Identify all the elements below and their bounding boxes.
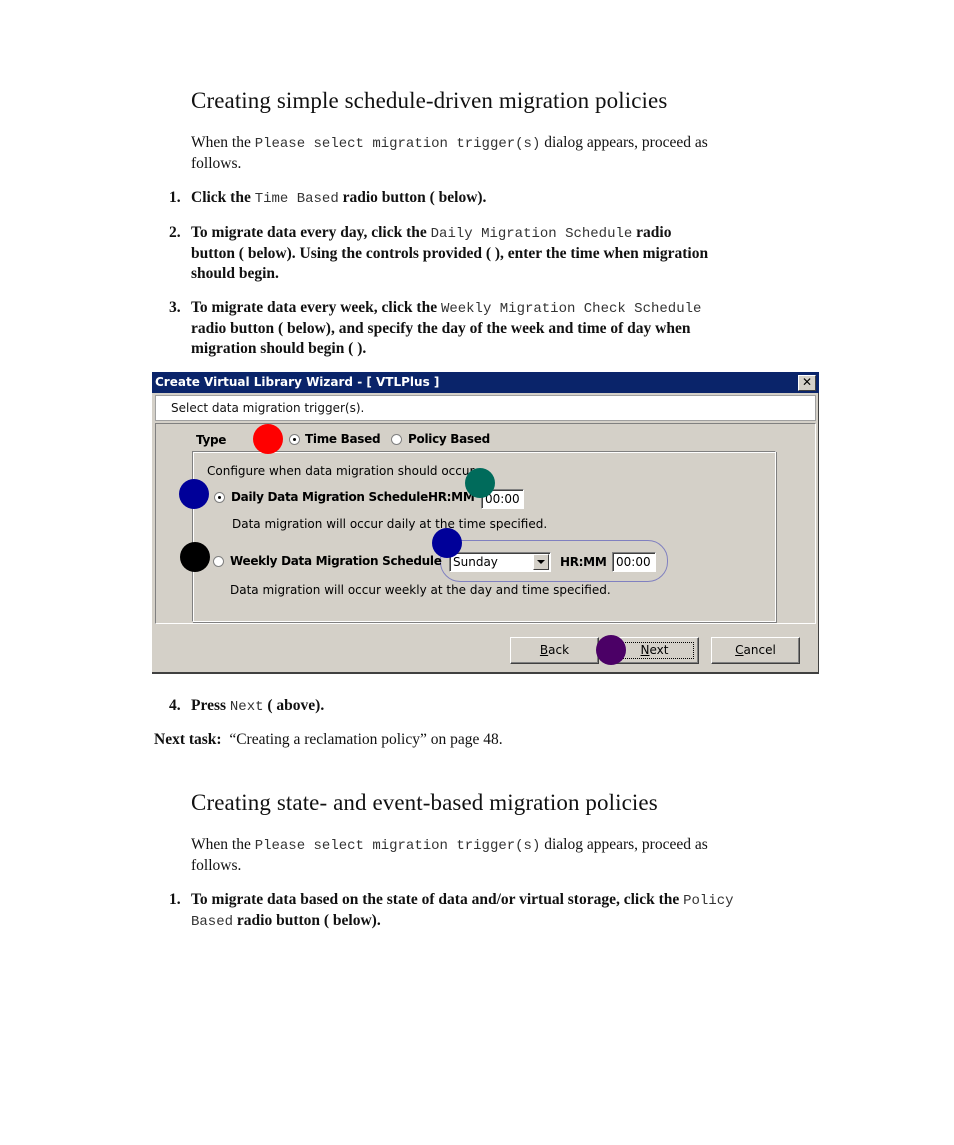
weekly-time-input[interactable]: 00:00: [612, 552, 656, 572]
type-label: Type: [196, 433, 227, 447]
step-code: Daily Migration Schedule: [430, 226, 633, 242]
section-heading-state-event-based: Creating state- and event-based migratio…: [191, 790, 658, 815]
step-text: To migrate data every day, click the: [191, 224, 431, 241]
step-text-line3: migration should begin ( ).: [191, 340, 367, 357]
step-code: Time Based: [254, 191, 339, 207]
intro-text-line2: follows.: [191, 155, 242, 172]
intro-text-line2: follows.: [191, 857, 242, 874]
daily-description: Data migration will occur daily at the t…: [232, 517, 548, 531]
step-number: 3.: [169, 299, 181, 316]
step-text-line2: radio button ( below), and specify the d…: [191, 320, 691, 337]
dialog-header: Select data migration trigger(s).: [155, 395, 816, 421]
step-1: 1. Click the Time Based radio button ( b…: [169, 188, 841, 209]
cancel-label: ancel: [743, 643, 776, 657]
weekly-hrmm-label: HR:MM: [560, 555, 607, 569]
close-icon[interactable]: ✕: [798, 375, 816, 391]
time-based-radio[interactable]: [289, 434, 300, 445]
weekly-day-value: Sunday: [453, 555, 498, 569]
step-text-post: radio: [632, 224, 672, 241]
step-number: 1.: [169, 891, 181, 908]
step-text-post: radio button ( below).: [233, 912, 381, 929]
cancel-button[interactable]: Cancel: [711, 637, 800, 664]
step-text-post: radio button ( below).: [338, 189, 487, 206]
step-text-line3: should begin.: [191, 265, 279, 282]
policy-based-radio[interactable]: [391, 434, 402, 445]
step-3: 3. To migrate data every week, click the…: [169, 298, 841, 359]
callout-weekly-controls: [432, 528, 462, 558]
step-code: Policy: [683, 893, 734, 909]
back-label: ack: [548, 643, 570, 657]
step-4: 4. Press Next ( above).: [169, 696, 841, 717]
callout-next: [596, 635, 626, 665]
next-task-link[interactable]: “Creating a reclamation policy” on page …: [229, 731, 502, 748]
intro-paragraph-2: When the Please select migration trigger…: [191, 835, 831, 876]
daily-schedule-label[interactable]: Daily Data Migration Schedule: [231, 490, 428, 504]
back-mnemonic: B: [539, 643, 549, 657]
step-text: To migrate data based on the state of da…: [191, 891, 684, 908]
intro-text-post: dialog appears, proceed as: [540, 134, 708, 151]
focus-rect: [615, 642, 694, 659]
policy-based-label[interactable]: Policy Based: [408, 432, 490, 446]
weekly-day-select[interactable]: Sunday: [449, 552, 551, 572]
intro-text: When the: [191, 836, 255, 853]
step-number: 1.: [169, 189, 181, 206]
section-heading-schedule-driven: Creating simple schedule-driven migratio…: [191, 88, 668, 113]
section2-step-1: 1. To migrate data based on the state of…: [169, 890, 841, 932]
intro-paragraph: When the Please select migration trigger…: [191, 133, 831, 174]
intro-code: Please select migration trigger(s): [254, 838, 541, 854]
callout-daily: [179, 479, 209, 509]
intro-text-post: dialog appears, proceed as: [540, 836, 708, 853]
step-code: Weekly Migration Check Schedule: [440, 301, 702, 317]
callout-daily-time: [465, 468, 495, 498]
intro-text: When the: [191, 134, 255, 151]
next-task-label: Next task:: [154, 731, 222, 748]
dialog-titlebar: Create Virtual Library Wizard - [ VTLPlu…: [152, 372, 819, 393]
back-button[interactable]: Back: [510, 637, 599, 664]
step-code: Next: [229, 699, 264, 715]
callout-weekly: [180, 542, 210, 572]
group-caption: Configure when data migration should occ…: [207, 464, 475, 478]
intro-code: Please select migration trigger(s): [254, 136, 541, 152]
step-number: 4.: [169, 697, 181, 714]
step-text-post: ( above).: [263, 697, 325, 714]
dialog-title: Create Virtual Library Wizard - [ VTLPlu…: [155, 375, 440, 389]
step-number: 2.: [169, 224, 181, 241]
step-text: Click the: [191, 189, 255, 206]
create-virtual-library-wizard-dialog: Create Virtual Library Wizard - [ VTLPlu…: [152, 372, 819, 674]
time-based-label[interactable]: Time Based: [305, 432, 381, 446]
weekly-description: Data migration will occur weekly at the …: [230, 583, 611, 597]
step-text-line2: button ( below). Using the controls prov…: [191, 245, 709, 262]
weekly-schedule-label[interactable]: Weekly Data Migration Schedule: [230, 554, 442, 568]
next-task: Next task: “Creating a reclamation polic…: [154, 730, 503, 750]
weekly-schedule-radio[interactable]: [213, 556, 224, 567]
step-2: 2. To migrate data every day, click the …: [169, 223, 841, 284]
chevron-down-icon[interactable]: [533, 554, 549, 570]
step-code-line2: Based: [191, 914, 234, 930]
callout-time-based: [253, 424, 283, 454]
cancel-mnemonic: C: [735, 643, 744, 657]
daily-schedule-radio[interactable]: [214, 492, 225, 503]
step-text: To migrate data every week, click the: [191, 299, 441, 316]
step-text: Press: [191, 697, 230, 714]
